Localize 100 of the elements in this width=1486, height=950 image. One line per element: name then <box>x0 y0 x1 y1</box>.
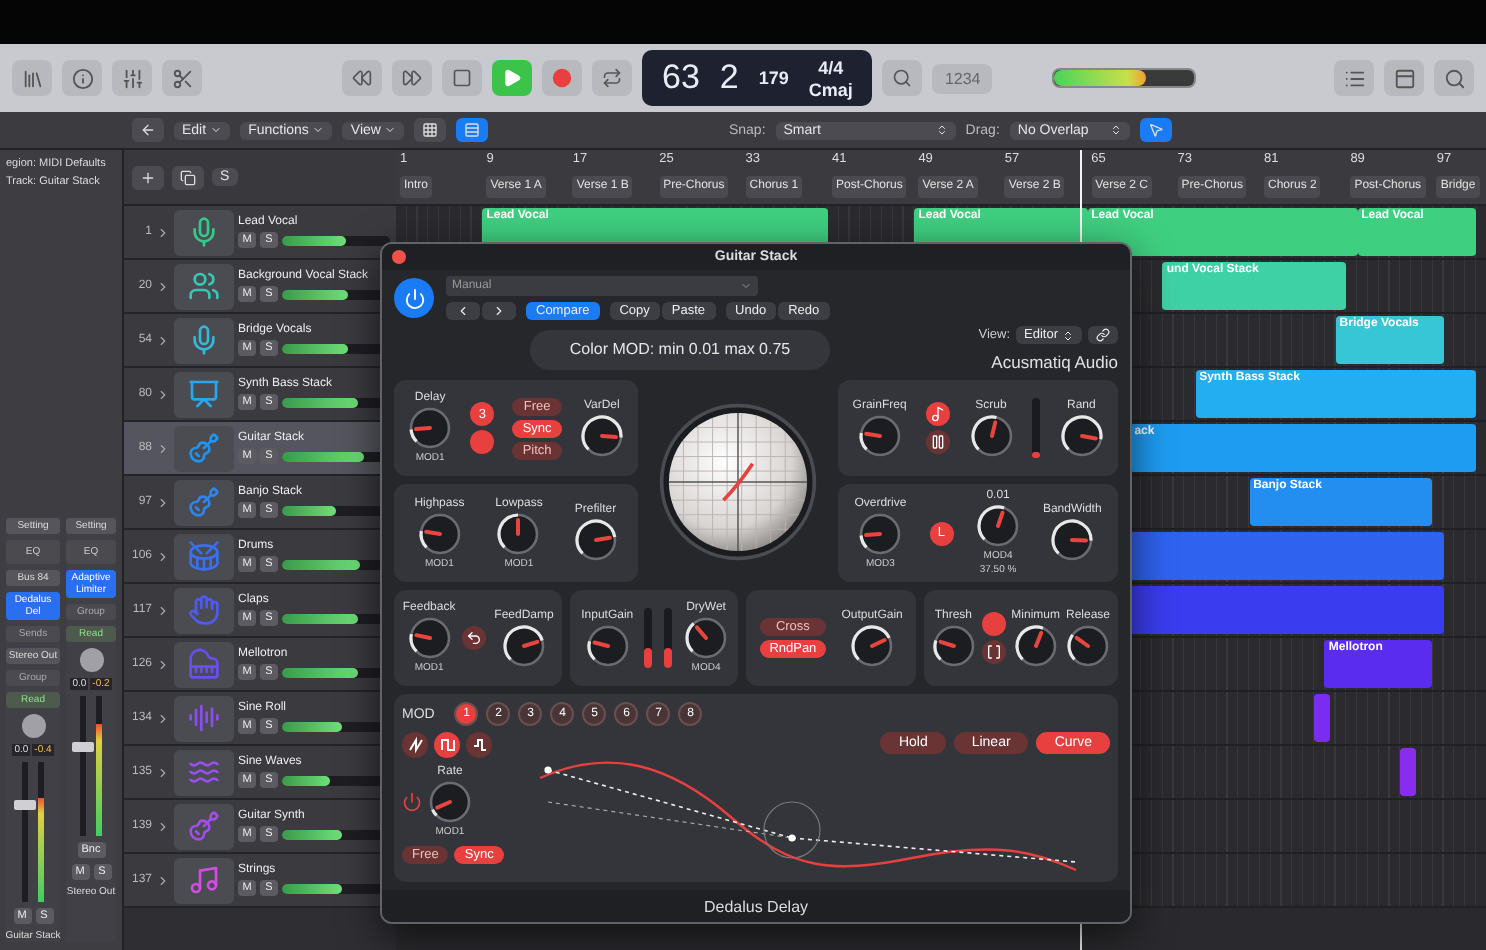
chevron-right-icon[interactable] <box>156 387 170 401</box>
library-button[interactable] <box>12 60 52 96</box>
chevron-right-icon[interactable] <box>156 495 170 509</box>
icon-toggle-button[interactable] <box>462 626 487 650</box>
chevron-right-icon[interactable] <box>156 549 170 563</box>
rotary-knob[interactable] <box>407 616 452 660</box>
time-signature: 4/4 <box>818 57 844 77</box>
pointer-icon <box>1147 122 1164 138</box>
dot-toggle-button[interactable] <box>470 430 495 454</box>
rotary-knob[interactable] <box>408 406 453 450</box>
search-icon <box>1443 67 1465 89</box>
record-button[interactable] <box>542 60 582 96</box>
chevron-right-icon[interactable] <box>156 765 170 779</box>
back-button[interactable] <box>132 118 164 142</box>
previous-button[interactable] <box>446 302 480 320</box>
arrow-icon <box>466 630 483 646</box>
link-icon <box>1096 328 1110 342</box>
wave-shape-button[interactable] <box>466 732 492 758</box>
dot-toggle-button[interactable] <box>981 612 1006 636</box>
info-button[interactable] <box>62 60 102 96</box>
library-icon <box>21 67 43 89</box>
rotary-knob[interactable] <box>585 623 630 667</box>
rotary-knob[interactable] <box>1059 413 1104 457</box>
master-volume-slider[interactable] <box>1052 68 1197 88</box>
rotary-knob[interactable] <box>857 413 902 457</box>
fader-track[interactable] <box>664 608 673 668</box>
chevron-down-icon <box>384 124 397 136</box>
pan-knob[interactable] <box>21 714 45 738</box>
duplicate-button[interactable] <box>172 165 204 189</box>
forward-button[interactable] <box>392 60 432 96</box>
chevron-right-icon[interactable] <box>156 441 170 455</box>
icon-toggle-button[interactable] <box>925 430 950 454</box>
fader-thumb[interactable] <box>14 800 36 810</box>
rotary-knob[interactable] <box>684 616 729 660</box>
chevron-right-icon[interactable] <box>156 657 170 671</box>
tempo-readout: 179 <box>758 68 789 88</box>
play-icon <box>502 68 522 88</box>
fader-track[interactable] <box>644 608 653 668</box>
panel-button[interactable] <box>1384 60 1424 96</box>
square-wave-icon <box>439 736 455 754</box>
fader-thumb[interactable] <box>72 741 94 751</box>
rotary-knob[interactable] <box>496 511 541 555</box>
chevron-right-icon[interactable] <box>156 711 170 725</box>
rows-view-button[interactable] <box>456 118 489 142</box>
beat-readout: 2 <box>719 58 739 98</box>
link-button[interactable] <box>1088 326 1118 344</box>
scissors-icon <box>171 67 193 89</box>
close-button[interactable] <box>392 250 406 264</box>
power-icon <box>403 287 425 309</box>
search-button[interactable] <box>1434 60 1474 96</box>
pointer-button[interactable] <box>1139 118 1172 142</box>
icon-toggle-button[interactable] <box>925 402 950 426</box>
pause-icon <box>929 434 946 450</box>
chevron-down-icon <box>740 280 752 292</box>
chevron-right-icon[interactable] <box>156 333 170 347</box>
add-track-button[interactable] <box>132 165 164 189</box>
chevron-down-icon <box>312 124 325 136</box>
panel-icon <box>1393 67 1415 89</box>
rewind-button[interactable] <box>342 60 382 96</box>
chevron-right-icon[interactable] <box>156 873 170 887</box>
next-button[interactable] <box>482 302 516 320</box>
power-icon[interactable] <box>402 792 422 812</box>
volume-slider[interactable] <box>282 235 390 245</box>
rotary-knob[interactable] <box>502 623 546 667</box>
info-icon <box>71 67 93 89</box>
mixer-button[interactable] <box>112 60 152 96</box>
wave-shape-button[interactable] <box>402 732 428 758</box>
plus-icon <box>140 169 156 185</box>
grid-view-button[interactable] <box>414 118 447 142</box>
icon-toggle-button[interactable] <box>981 640 1006 664</box>
music-note-icon <box>929 406 946 422</box>
stop-button[interactable] <box>442 60 482 96</box>
chevron-right-icon[interactable] <box>156 603 170 617</box>
rotary-knob[interactable] <box>1066 623 1110 667</box>
fader-track[interactable] <box>1032 398 1041 458</box>
cycle-button[interactable] <box>592 60 632 96</box>
stop-icon <box>452 68 472 88</box>
arrow-icon <box>140 122 156 138</box>
step-wave-icon <box>471 736 487 754</box>
chevron-right-icon[interactable] <box>156 225 170 239</box>
brand-name: Acusmatiq Audio <box>991 352 1118 372</box>
pan-knob[interactable] <box>79 648 103 672</box>
scissors-button[interactable] <box>162 60 202 96</box>
chevron-right-icon[interactable] <box>156 819 170 833</box>
rotary-knob[interactable] <box>969 413 1013 457</box>
midi-region[interactable] <box>1400 748 1417 796</box>
rotary-knob[interactable] <box>931 623 976 667</box>
list-button[interactable] <box>1334 60 1374 96</box>
power-button[interactable] <box>394 278 434 318</box>
rotary-knob[interactable] <box>858 511 903 555</box>
rotary-knob[interactable] <box>1013 623 1058 667</box>
rotary-knob[interactable] <box>579 413 624 457</box>
rotary-knob[interactable] <box>417 511 462 555</box>
wave-shape-button[interactable] <box>434 732 460 758</box>
rotary-knob[interactable] <box>976 504 1021 548</box>
rotary-knob[interactable] <box>1050 518 1095 562</box>
cycle-icon <box>602 68 622 88</box>
rotary-knob[interactable] <box>850 623 895 667</box>
chevron-right-icon[interactable] <box>156 279 170 293</box>
rotary-knob[interactable] <box>573 518 618 562</box>
